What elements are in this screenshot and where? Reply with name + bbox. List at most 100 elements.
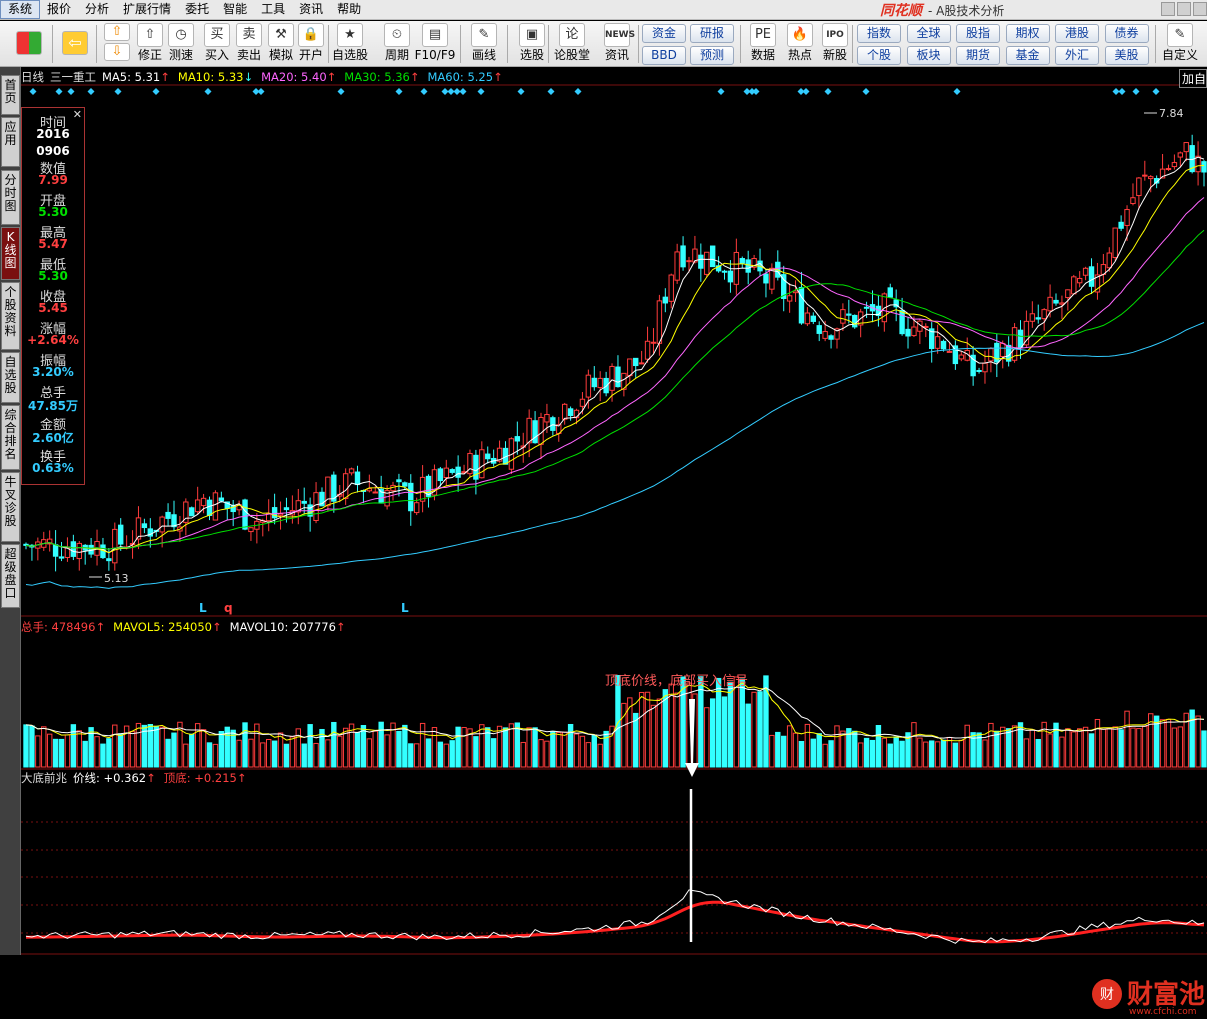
- volume-bar: [627, 697, 633, 768]
- toolbar-button-8[interactable]: ▤ F10/F9: [415, 23, 455, 65]
- close-icon[interactable]: ✕: [73, 108, 82, 121]
- menu-item-3[interactable]: 扩展行情: [116, 0, 178, 19]
- candle: [887, 283, 893, 298]
- candle: [1005, 336, 1012, 367]
- menu-item-6[interactable]: 工具: [254, 0, 292, 19]
- sidebar-tab-4[interactable]: 个股资料: [1, 282, 20, 350]
- volume-bar: [804, 723, 811, 768]
- menu-item-8[interactable]: 帮助: [330, 0, 368, 19]
- market-button-6[interactable]: 个股: [857, 46, 901, 65]
- volume-bar: [1005, 728, 1012, 768]
- sidebar-tab-5[interactable]: 自选股: [1, 352, 20, 403]
- toolbar-button-9[interactable]: ✎ 画线: [467, 23, 501, 65]
- menu-item-4[interactable]: 委托: [178, 0, 216, 19]
- candle: [1053, 293, 1059, 306]
- volume-bar: [366, 738, 373, 768]
- diamond-icon: [441, 88, 449, 95]
- volume-bar: [212, 743, 219, 768]
- ma10-line: [25, 165, 1205, 554]
- quick-button-0[interactable]: 资金: [642, 24, 686, 43]
- menu-item-0[interactable]: 系统: [0, 0, 41, 19]
- market-button-11[interactable]: 美股: [1104, 46, 1149, 65]
- candle: [704, 251, 710, 278]
- quick-button-2[interactable]: BBD: [642, 46, 686, 65]
- sidebar-tab-0[interactable]: 首页: [1, 75, 20, 115]
- market-button-4[interactable]: 港股: [1055, 24, 1099, 43]
- toolbar-button-6[interactable]: ★ 自选股: [332, 23, 368, 65]
- menu-item-7[interactable]: 资讯: [292, 0, 330, 19]
- legend-arrow-icon: ↑: [236, 771, 247, 785]
- toolbar-button-1[interactable]: ◷ 测速: [164, 23, 198, 65]
- quick-button-1[interactable]: 研报: [690, 24, 734, 43]
- toolbar-button-13[interactable]: PE 数据: [746, 23, 780, 65]
- diamond-icon: [204, 88, 212, 95]
- market-button-9[interactable]: 基金: [1005, 46, 1050, 65]
- add-watchlist-button[interactable]: 加自选: [1179, 69, 1207, 88]
- close-icon[interactable]: [1193, 2, 1207, 16]
- volume-bar: [123, 725, 130, 768]
- volume-bar: [461, 727, 467, 768]
- minimize-icon[interactable]: [1161, 2, 1175, 16]
- volume-bar: [171, 732, 177, 768]
- kline-chart[interactable]: 7.84 5.13 L q L: [21, 67, 1207, 955]
- sidebar-tab-2[interactable]: 分时图: [1, 170, 20, 225]
- info-value: 0906: [36, 144, 70, 158]
- sidebar-tab-6[interactable]: 综合排名: [1, 405, 20, 470]
- toolbar-button-12[interactable]: NEWS 资讯: [600, 23, 635, 65]
- sidebar-tab-8[interactable]: 超级盘口: [1, 544, 20, 608]
- menu-item-2[interactable]: 分析: [78, 0, 116, 19]
- toolbar-button-10[interactable]: ▣ 选股: [515, 23, 549, 65]
- volume-bar: [775, 731, 781, 768]
- market-button-8[interactable]: 期货: [956, 46, 1000, 65]
- volume-bar: [183, 743, 189, 768]
- legend-item: MA20: 5.40↑: [261, 70, 336, 84]
- volume-bar: [1071, 731, 1077, 768]
- market-button-3[interactable]: 期权: [1005, 24, 1050, 43]
- custom-button[interactable]: ✎ 自定义: [1160, 23, 1200, 65]
- candle: [899, 297, 905, 336]
- market-button-10[interactable]: 外汇: [1055, 46, 1099, 65]
- signal-annotation: 顶底价线，底部买入信号: [605, 674, 749, 689]
- candle: [1035, 304, 1041, 324]
- kline-chart-area[interactable]: 7.84 5.13 Lq L 日线 三一重工 MA5: 5.31↑ MA10: 5.33↓ M…: [21, 67, 1207, 1017]
- legend-value: MA5: 5.31: [102, 70, 161, 84]
- home-button[interactable]: [12, 23, 46, 65]
- volume-bar: [41, 726, 47, 768]
- candle: [715, 256, 722, 273]
- candle: [408, 474, 414, 526]
- volume-bar: [875, 725, 882, 768]
- toolbar-button-7[interactable]: ⏲ 周期: [380, 23, 414, 65]
- market-button-7[interactable]: 板块: [906, 46, 951, 65]
- market-button-5[interactable]: 债券: [1104, 24, 1149, 43]
- candle: [1076, 271, 1083, 288]
- quick-button-3[interactable]: 预测: [690, 46, 734, 65]
- market-button-0[interactable]: 指数: [857, 24, 901, 43]
- signal-diamonds: [29, 88, 1160, 95]
- toolbar-button-11[interactable]: 论论股堂: [554, 23, 590, 65]
- toolbar-label-11: 论股堂: [553, 48, 590, 62]
- candle: [650, 328, 657, 354]
- candle: [1136, 177, 1142, 210]
- indicator-legend: 大底前兆 价线: +0.362↑ 顶底: +0.215↑: [21, 771, 254, 785]
- sidebar-tab-7[interactable]: 牛叉诊股: [1, 472, 20, 542]
- grid-icon: [16, 31, 42, 55]
- toolbar-button-5[interactable]: 🔒 开户: [294, 23, 328, 65]
- toolbar-icon-3: 卖: [236, 23, 262, 47]
- candle: [692, 235, 698, 264]
- maximize-icon[interactable]: [1177, 2, 1191, 16]
- volume-bar: [29, 725, 35, 768]
- sidebar-tab-3[interactable]: K线图: [1, 227, 20, 280]
- toolbar-button-15[interactable]: IPO 新股: [818, 23, 852, 65]
- volume-bar: [834, 725, 840, 768]
- market-button-1[interactable]: 全球: [906, 24, 951, 43]
- back-button[interactable]: ⇦: [58, 23, 92, 65]
- volume-bar: [76, 730, 82, 768]
- candle: [627, 358, 633, 384]
- volume-bar: [1100, 728, 1107, 768]
- menu-item-1[interactable]: 报价: [40, 0, 78, 19]
- market-button-2[interactable]: 股指: [956, 24, 1000, 43]
- menu-item-5[interactable]: 智能: [216, 0, 254, 19]
- sidebar-tab-1[interactable]: 应用: [1, 117, 20, 167]
- volume-bar: [786, 725, 793, 768]
- diamond-icon: [114, 88, 122, 95]
